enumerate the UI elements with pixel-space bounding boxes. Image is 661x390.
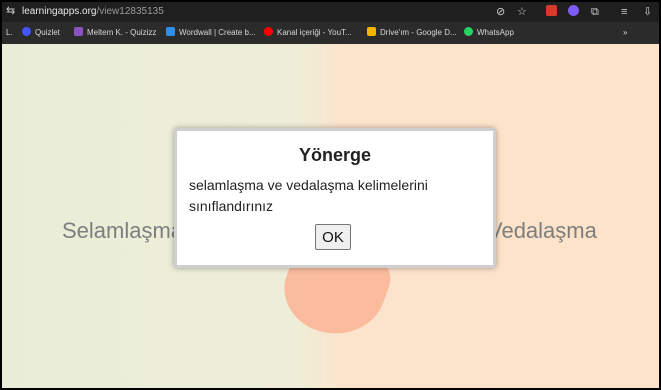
bookmark-quizizz[interactable]: Meltem K. - Quizizz (74, 27, 156, 39)
youtube-icon (264, 27, 273, 36)
star-icon[interactable]: ☆ (517, 5, 527, 19)
bookmark-wordwall[interactable]: Wordwall | Create b... (166, 27, 256, 39)
learningapps-content: Selamlaşma Vedalaşma Yönerge selamlaşma … (2, 44, 659, 388)
address-bar[interactable]: ⇆ learningapps.org/view12835135 ⊘ ☆ ⧉ ≡ … (2, 2, 659, 22)
puzzle-icon[interactable]: ⧉ (591, 5, 599, 19)
bookmarks-bar: L. Quizlet Meltem K. - Quizizz Wordwall … (2, 22, 659, 44)
bookmark-overflow-left[interactable]: L. (6, 27, 13, 39)
download-icon[interactable]: ⇩ (643, 5, 652, 19)
dialog-message: selamlaşma ve vedalaşma kelimelerini sın… (189, 177, 428, 214)
quizlet-icon (22, 27, 31, 36)
quizizz-icon (74, 27, 83, 36)
reading-list-icon[interactable]: ≡ (621, 5, 627, 19)
whatsapp-icon (464, 27, 473, 36)
right-category-label[interactable]: Vedalaşma (488, 218, 597, 244)
bookmark-whatsapp[interactable]: WhatsApp (464, 27, 514, 39)
google-drive-icon (367, 27, 376, 36)
instruction-dialog: Yönerge selamlaşma ve vedalaşma kelimele… (174, 128, 496, 268)
extension-icon[interactable] (568, 5, 579, 19)
url-text[interactable]: learningapps.org/view12835135 (22, 6, 164, 17)
bookmark-youtube[interactable]: Kanal içeriği - YouT... (264, 27, 352, 39)
screenshot-frame: ⇆ learningapps.org/view12835135 ⊘ ☆ ⧉ ≡ … (0, 0, 661, 390)
site-settings-icon[interactable]: ⇆ (6, 5, 18, 17)
bookmark-quizlet[interactable]: Quizlet (22, 27, 60, 39)
eye-slash-icon[interactable]: ⊘ (496, 5, 505, 19)
wordwall-icon (166, 27, 175, 36)
bookmark-google-drive[interactable]: Drive'ım - Google D... (367, 27, 457, 39)
bookmarks-overflow-icon[interactable]: » (623, 27, 627, 39)
left-category-label[interactable]: Selamlaşma (62, 218, 183, 244)
ok-button[interactable]: OK (315, 224, 351, 250)
dialog-title: Yönerge (298, 145, 372, 165)
pdf-extension-icon[interactable] (546, 5, 557, 19)
